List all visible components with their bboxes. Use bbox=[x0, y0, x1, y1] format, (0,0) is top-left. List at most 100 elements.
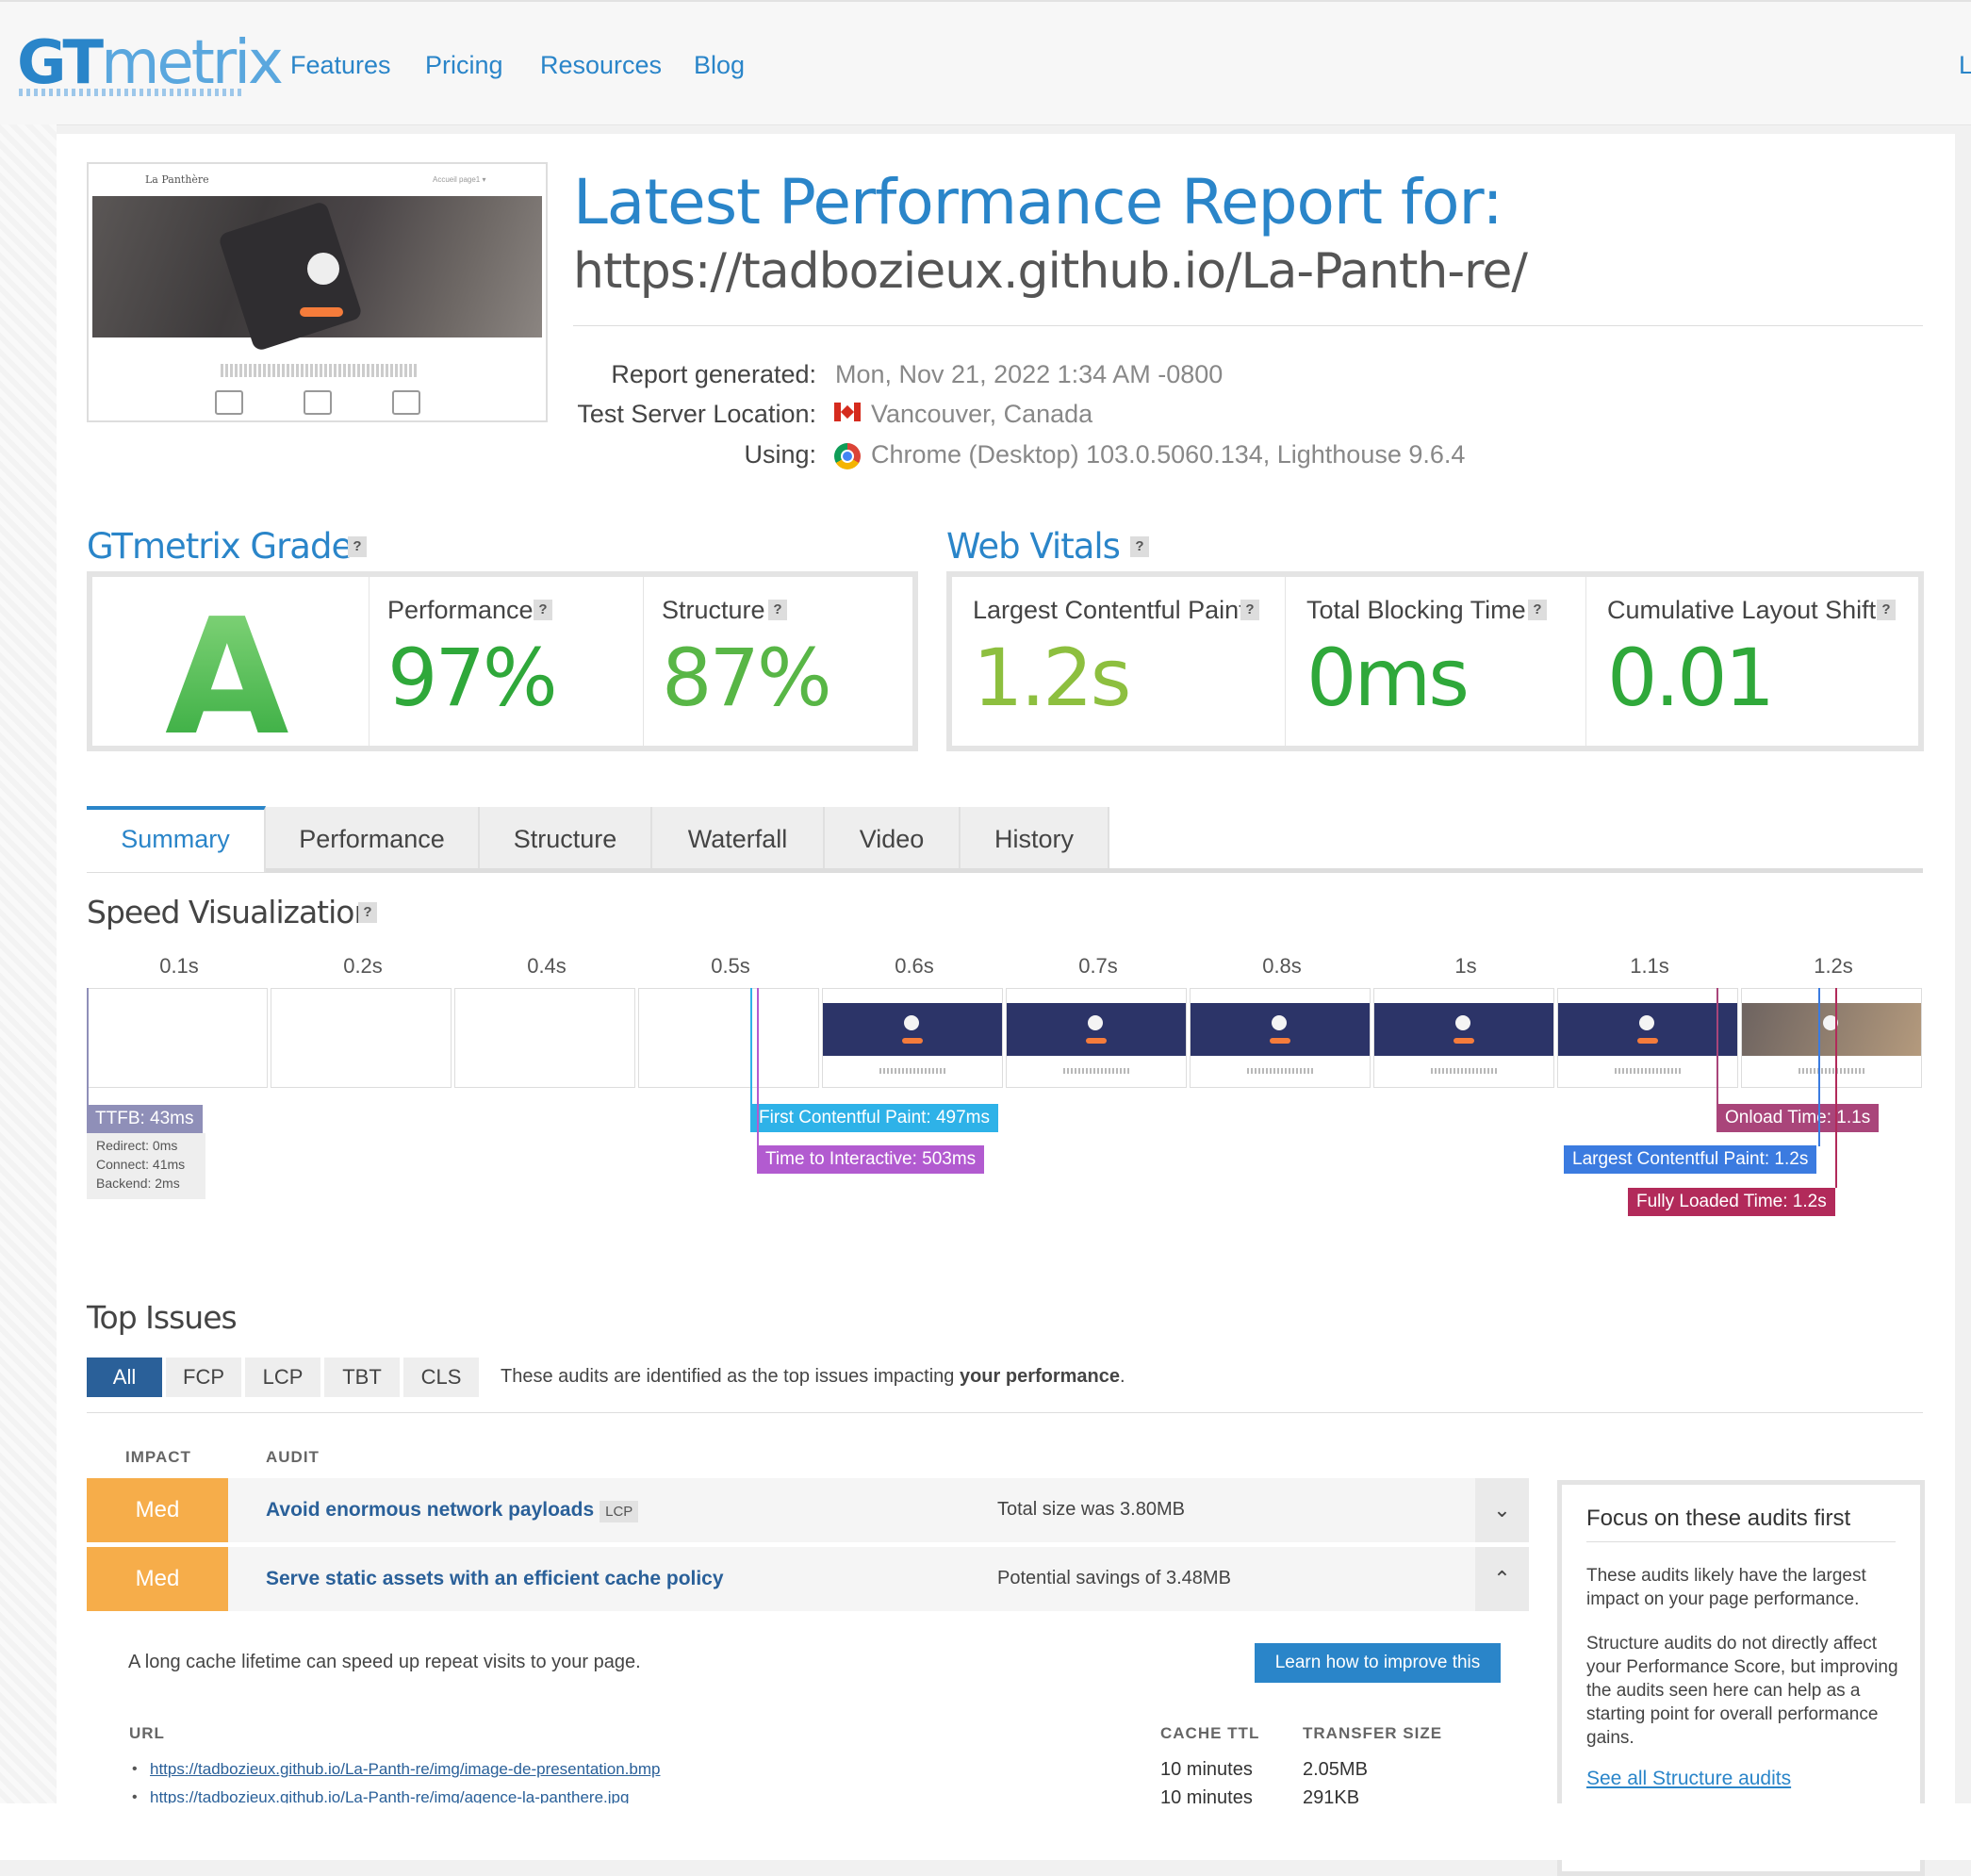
filmstrip-frame[interactable] bbox=[454, 988, 635, 1088]
impact-badge: Med bbox=[87, 1478, 228, 1542]
tbt-label: Total Blocking Time bbox=[1306, 596, 1526, 624]
thumb-phone bbox=[217, 200, 364, 353]
timeline-tick: 1.1s bbox=[1630, 954, 1669, 978]
focus-paragraph-1: These audits likely have the largest imp… bbox=[1586, 1566, 1866, 1609]
thumb-brand: La Panthère bbox=[145, 173, 209, 186]
page-screenshot-thumbnail[interactable]: La Panthère Accueil page1 ▾ bbox=[87, 162, 548, 422]
cache-ttl-value: 10 minutes bbox=[1160, 1759, 1253, 1780]
filter-all[interactable]: All bbox=[87, 1358, 162, 1397]
tab-structure[interactable]: Structure bbox=[480, 807, 652, 868]
chrome-icon bbox=[834, 443, 861, 469]
nav-link-pricing[interactable]: Pricing bbox=[425, 51, 503, 80]
ttfb-marker: TTFB: 43ms bbox=[87, 1105, 203, 1133]
chevron-up-icon[interactable]: ⌃ bbox=[1475, 1547, 1529, 1611]
filmstrip-frame[interactable] bbox=[1557, 988, 1738, 1088]
filmstrip-frame[interactable] bbox=[822, 988, 1003, 1088]
gtmetrix-logo[interactable]: GTmetrix bbox=[17, 28, 284, 98]
filmstrip-frame[interactable] bbox=[1741, 988, 1922, 1088]
nav-link-login[interactable]: L bbox=[1959, 51, 1971, 80]
column-impact: IMPACT bbox=[125, 1448, 191, 1466]
help-icon[interactable]: ? bbox=[348, 536, 367, 557]
fcp-marker: First Contentful Paint: 497ms bbox=[750, 1104, 998, 1132]
cls-value: 0.01 bbox=[1607, 632, 1775, 724]
help-icon[interactable]: ? bbox=[768, 600, 787, 620]
filter-lcp[interactable]: LCP bbox=[245, 1358, 320, 1397]
filter-fcp[interactable]: FCP bbox=[166, 1358, 241, 1397]
divider bbox=[87, 1412, 1923, 1413]
filmstrip-frame[interactable] bbox=[271, 988, 452, 1088]
help-icon[interactable]: ? bbox=[1528, 600, 1547, 620]
tab-history[interactable]: History bbox=[961, 807, 1109, 868]
thumb-icon-3 bbox=[392, 390, 420, 415]
bullet: • bbox=[132, 1761, 138, 1777]
desc-bold: your performance bbox=[959, 1366, 1121, 1387]
filter-cls[interactable]: CLS bbox=[403, 1358, 479, 1397]
timeline-tick: 0.5s bbox=[711, 954, 750, 978]
chevron-down-icon[interactable]: ⌄ bbox=[1475, 1478, 1529, 1542]
gtmetrix-grade-title: GTmetrix Grade bbox=[87, 526, 353, 567]
nav-link-blog[interactable]: Blog bbox=[694, 51, 745, 80]
filmstrip-frame[interactable] bbox=[1373, 988, 1554, 1088]
resource-url-link[interactable]: https://tadbozieux.github.io/La-Panth-re… bbox=[150, 1760, 660, 1779]
audit-value: Potential savings of 3.48MB bbox=[997, 1568, 1231, 1588]
structure-label: Structure bbox=[662, 596, 765, 624]
report-url[interactable]: https://tadbozieux.github.io/La-Panth-re… bbox=[573, 243, 1528, 300]
speed-visualization-title: Speed Visualization bbox=[87, 894, 373, 930]
audit-name[interactable]: Avoid enormous network payloads LCP bbox=[266, 1499, 639, 1522]
audit-row[interactable]: Med Serve static assets with an efficien… bbox=[87, 1547, 1529, 1611]
audit-row[interactable]: Med Avoid enormous network payloads LCP T… bbox=[87, 1478, 1529, 1542]
help-icon[interactable]: ? bbox=[1877, 600, 1896, 620]
timeline-tick: 1s bbox=[1454, 954, 1477, 978]
focus-title: Focus on these audits first bbox=[1586, 1506, 1851, 1531]
audit-description: A long cache lifetime can speed up repea… bbox=[128, 1652, 641, 1672]
help-icon[interactable]: ? bbox=[534, 600, 552, 620]
tbt-value: 0ms bbox=[1306, 632, 1470, 724]
nav-link-resources[interactable]: Resources bbox=[540, 51, 662, 80]
filmstrip-frame[interactable] bbox=[87, 988, 268, 1088]
tab-performance[interactable]: Performance bbox=[266, 807, 480, 868]
lcp-marker: Largest Contentful Paint: 1.2s bbox=[1564, 1145, 1817, 1174]
help-icon[interactable]: ? bbox=[1130, 536, 1149, 557]
performance-label: Performance bbox=[387, 596, 534, 624]
filter-tbt[interactable]: TBT bbox=[324, 1358, 400, 1397]
report-generated-label: Report generated: bbox=[611, 360, 816, 388]
fully-loaded-line bbox=[1835, 988, 1837, 1188]
divider bbox=[1586, 1541, 1896, 1542]
tab-summary[interactable]: Summary bbox=[87, 806, 266, 872]
tti-marker: Time to Interactive: 503ms bbox=[757, 1145, 985, 1174]
audit-value: Total size was 3.80MB bbox=[997, 1499, 1185, 1520]
desc-prefix: These audits are identified as the top i… bbox=[501, 1366, 960, 1387]
see-structure-audits-link[interactable]: See all Structure audits bbox=[1586, 1768, 1791, 1790]
filmstrip-frame[interactable] bbox=[1006, 988, 1187, 1088]
logo-metrix-text: metrix bbox=[101, 28, 284, 98]
timeline-tick: 0.8s bbox=[1262, 954, 1302, 978]
tti-line bbox=[757, 988, 759, 1146]
timeline-tick: 0.1s bbox=[159, 954, 199, 978]
tab-video[interactable]: Video bbox=[825, 807, 961, 868]
thumb-text-lines bbox=[221, 364, 419, 377]
redirect-text: Redirect: 0ms bbox=[96, 1138, 178, 1153]
thumb-menu: Accueil page1 ▾ bbox=[433, 175, 486, 184]
thumb-icon-1 bbox=[215, 390, 243, 415]
help-icon[interactable]: ? bbox=[358, 902, 377, 923]
filmstrip-frame[interactable] bbox=[1190, 988, 1371, 1088]
canada-flag-icon bbox=[834, 403, 861, 421]
thumb-hero bbox=[92, 196, 542, 353]
audit-name[interactable]: Serve static assets with an efficient ca… bbox=[266, 1568, 724, 1590]
help-icon[interactable]: ? bbox=[1240, 600, 1259, 620]
learn-how-button[interactable]: Learn how to improve this bbox=[1255, 1643, 1501, 1683]
column-cache-ttl: CACHE TTL bbox=[1160, 1724, 1260, 1742]
ttfb-detail: Redirect: 0ms Connect: 41ms Backend: 2ms bbox=[87, 1133, 205, 1199]
lcp-label: Largest Contentful Paint bbox=[973, 596, 1246, 624]
tab-waterfall[interactable]: Waterfall bbox=[652, 807, 825, 868]
transfer-size-value: 2.05MB bbox=[1303, 1759, 1368, 1780]
lcp-value: 1.2s bbox=[973, 632, 1131, 724]
connect-text: Connect: 41ms bbox=[96, 1157, 186, 1172]
test-server-value: Vancouver, Canada bbox=[871, 400, 1093, 428]
lcp-line bbox=[1818, 988, 1820, 1146]
desc-suffix: . bbox=[1120, 1366, 1125, 1387]
filmstrip-frame[interactable] bbox=[638, 988, 819, 1088]
thumb-logo-circle bbox=[307, 253, 339, 285]
page-bottom bbox=[0, 1803, 1971, 1860]
nav-link-features[interactable]: Features bbox=[290, 51, 391, 80]
